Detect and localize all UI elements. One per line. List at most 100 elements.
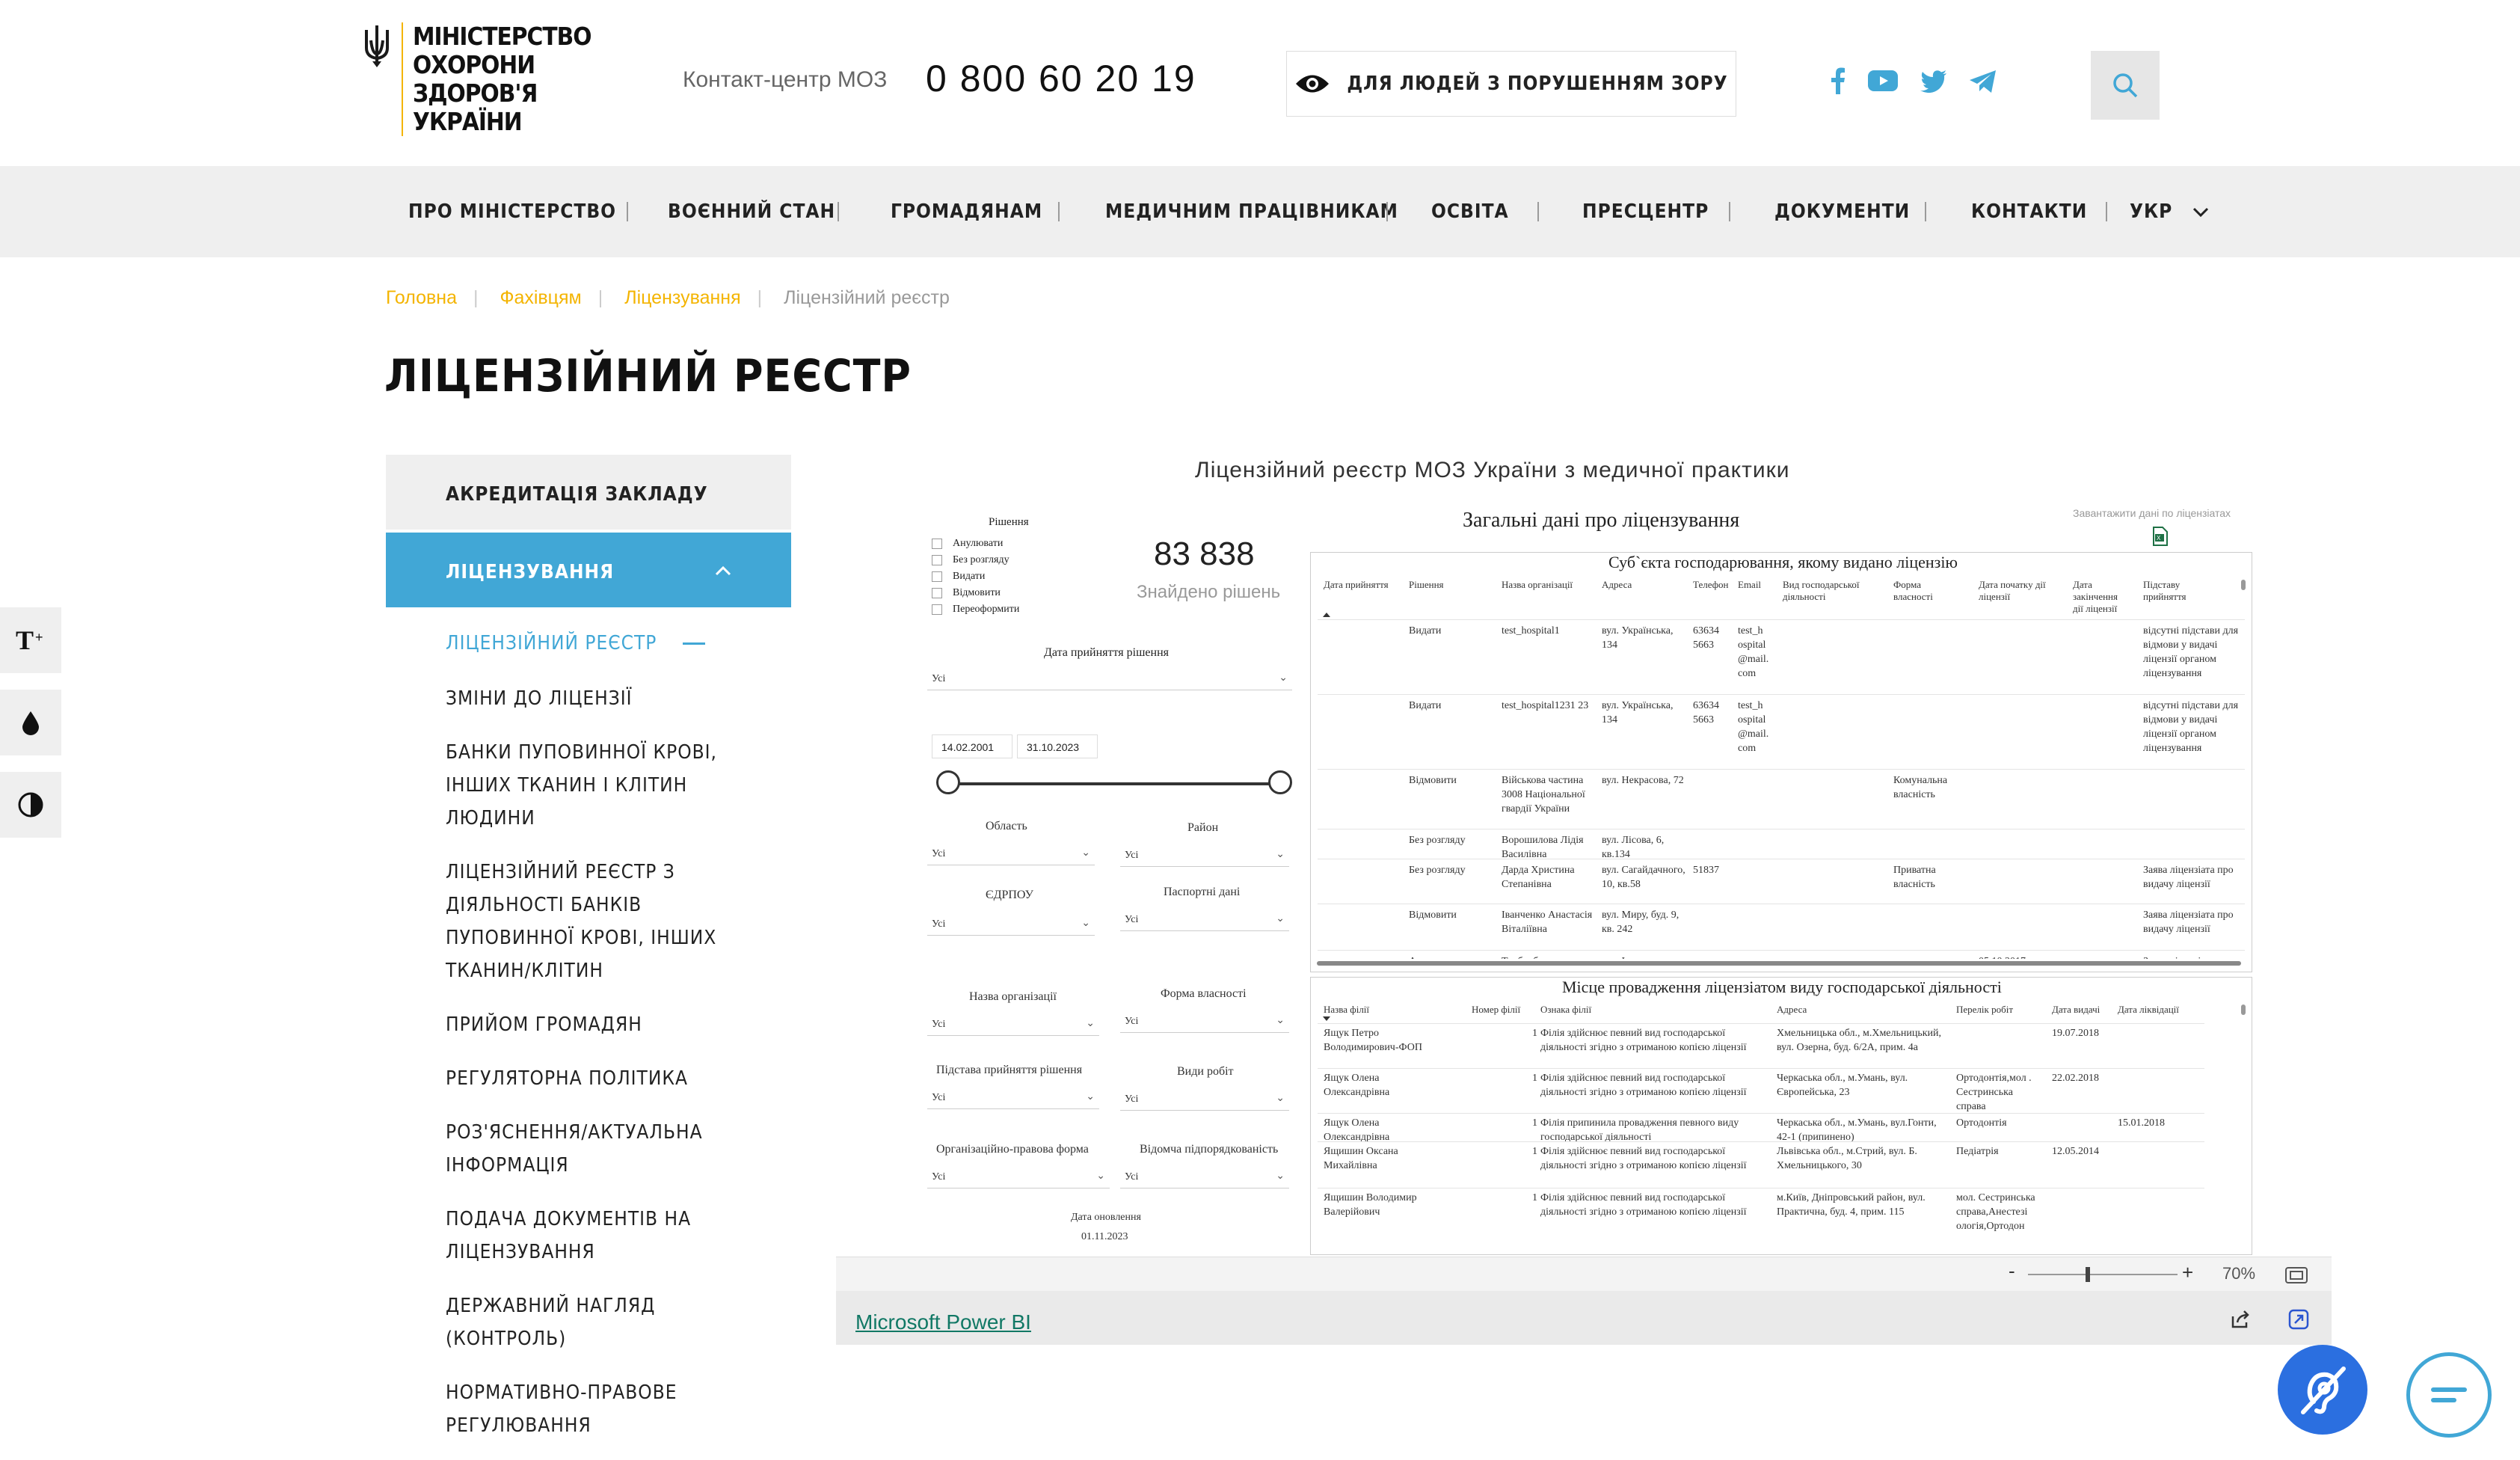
table-cell[interactable]: Без розгляду [1409, 863, 1484, 877]
share-icon[interactable] [2230, 1309, 2251, 1330]
table-cell[interactable]: test_h ospital @mail. com [1738, 624, 1775, 681]
logo-text[interactable]: МІНІСТЕРСТВО ОХОРОНИ ЗДОРОВ'Я УКРАЇНИ [413, 22, 591, 136]
table-cell[interactable]: 51837 [1693, 863, 1727, 877]
sidebar-item-accreditation[interactable]: АКРЕДИТАЦІЯ ЗАКЛАДУ [386, 455, 791, 530]
color-tool[interactable] [0, 690, 61, 755]
nav-item-education[interactable]: ОСВІТА [1431, 200, 1509, 223]
table-cell[interactable]: 63634 5663 [1693, 624, 1727, 652]
accessibility-vision-button[interactable]: ДЛЯ ЛЮДЕЙ З ПОРУШЕННЯМ ЗОРУ [1286, 51, 1736, 117]
nav-item-about[interactable]: ПРО МІНІСТЕРСТВО [408, 200, 616, 223]
telegram-icon[interactable] [1970, 70, 1997, 93]
table-cell[interactable]: вул. Миру, буд. 9, кв. 242 [1602, 908, 1690, 936]
table-cell[interactable]: 1 [1522, 1116, 1537, 1130]
search-button[interactable] [2091, 51, 2160, 120]
date-range-handle-end[interactable] [1268, 770, 1292, 794]
nav-item-martial-law[interactable]: ВОЄННИЙ СТАН [668, 200, 835, 223]
org-name-dropdown[interactable]: Усі ⌄ [927, 1017, 1099, 1036]
table-cell[interactable]: відсутні підстави для відмови у видачі л… [2143, 699, 2240, 755]
nav-item-press-center[interactable]: ПРЕСЦЕНТР [1582, 200, 1709, 223]
decision-option[interactable]: Відмовити [932, 585, 1019, 601]
sidebar-subitem-citizen-reception[interactable]: ПРИЙОМ ГРОМАДЯН [446, 1008, 745, 1041]
table-cell[interactable]: Комунальна власність [1893, 773, 1968, 802]
table-cell[interactable]: вул. Українська, 134 [1602, 699, 1690, 727]
date-mode-dropdown[interactable]: Усі ⌄ [927, 672, 1292, 690]
font-size-tool[interactable]: T + [0, 607, 61, 673]
table-cell[interactable]: мол. Сестринська справа,Анестезі ологія,… [1956, 1191, 2043, 1233]
table-cell[interactable]: Ящишин Оксана Михайлівна [1324, 1144, 1436, 1173]
table-cell[interactable]: Відмовити [1409, 773, 1484, 788]
table-cell[interactable]: 1 [1522, 1071, 1537, 1085]
table-cell[interactable]: вул. Івана [1602, 954, 1690, 959]
table-cell[interactable]: 05.10.2017 [1979, 954, 2061, 959]
ministry-logo[interactable] [362, 24, 392, 69]
table-cell[interactable]: Іванченко Анастасія Віталіївна [1502, 908, 1596, 936]
table-cell[interactable]: 1 [1522, 1191, 1537, 1205]
excel-download-icon[interactable]: X [2151, 527, 2169, 546]
table-cell[interactable]: test_hospital1 [1502, 624, 1596, 638]
nav-item-contacts[interactable]: КОНТАКТИ [1971, 200, 2087, 223]
table-cell[interactable]: test_h ospital @mail. com [1738, 699, 1775, 755]
table-cell[interactable]: 22.02.2018 [2052, 1071, 2112, 1085]
table-cell[interactable]: Педіатрія [1956, 1144, 2043, 1159]
zoom-out-button[interactable]: - [2009, 1260, 2015, 1283]
table-cell[interactable]: м.Київ, Дніпровський район, вул. Практич… [1777, 1191, 1947, 1219]
language-selector[interactable]: УКР [2130, 200, 2209, 223]
zoom-in-button[interactable]: + [2182, 1261, 2193, 1284]
table-cell[interactable]: 19.07.2018 [2052, 1026, 2112, 1040]
sidebar-subitem-cord-blood-banks[interactable]: БАНКИ ПУПОВИННОЇ КРОВІ, ІНШИХ ТКАНИН І К… [446, 736, 745, 835]
sidebar-subitem-cord-blood-register[interactable]: ЛІЦЕНЗІЙНИЙ РЕЄСТР З ДІЯЛЬНОСТІ БАНКІВ П… [446, 856, 745, 987]
basis-dropdown[interactable]: Усі ⌄ [927, 1091, 1099, 1109]
table-cell[interactable]: Торбенбанон [1502, 954, 1596, 959]
date-range-handle-start[interactable] [936, 770, 960, 794]
sidebar-subitem-document-submission[interactable]: ПОДАЧА ДОКУМЕНТІВ НА ЛІЦЕНЗУВАННЯ [446, 1203, 745, 1269]
ownership-dropdown[interactable]: Усі ⌄ [1120, 1014, 1289, 1033]
decision-option[interactable]: Анулювати [932, 536, 1019, 552]
date-from-input[interactable]: 14.02.2001 [932, 734, 1012, 758]
table-cell[interactable]: Філія припинила провадження певного виду… [1540, 1116, 1765, 1141]
table-cell[interactable]: Філія здійснює певний вид господарської … [1540, 1144, 1765, 1173]
sidebar-subitem-regulation[interactable]: НОРМАТИВНО-ПРАВОВЕ РЕГУЛЮВАННЯ [446, 1376, 745, 1442]
nav-item-documents[interactable]: ДОКУМЕНТИ [1774, 200, 1910, 223]
zoom-slider-track[interactable] [2028, 1274, 2178, 1275]
facebook-icon[interactable] [1831, 67, 1846, 94]
table-cell[interactable]: Ворошилова Лідія Василівна [1502, 833, 1596, 857]
sidebar-subitem-regulatory-policy[interactable]: РЕГУЛЯТОРНА ПОЛІТИКА [446, 1062, 745, 1095]
powerbi-link[interactable]: Microsoft Power BI [855, 1310, 1031, 1334]
sidebar-item-licensing[interactable]: ЛІЦЕНЗУВАННЯ [386, 533, 791, 607]
table-cell[interactable]: 12.05.2014 [2052, 1144, 2112, 1159]
table-cell[interactable]: Ортодонтія [1956, 1116, 2043, 1130]
place-scrollbar-thumb[interactable] [2241, 1004, 2246, 1015]
table-cell[interactable]: 63634 5663 [1693, 699, 1727, 727]
breadcrumb-specialists[interactable]: Фахівцям [500, 287, 581, 308]
table-cell[interactable]: Ящишин Володимир Валерійович [1324, 1191, 1436, 1219]
subordination-dropdown[interactable]: Усі ⌄ [1120, 1170, 1289, 1188]
breadcrumb-licensing[interactable]: Ліцензування [624, 287, 740, 308]
fit-to-page-icon[interactable] [2285, 1267, 2308, 1283]
passport-dropdown[interactable]: Усі ⌄ [1120, 912, 1289, 931]
table-cell[interactable]: вул. Українська, 134 [1602, 624, 1690, 652]
table-cell[interactable]: Заява ліцензіата про видачу ліцензії [2143, 908, 2240, 936]
contact-phone[interactable]: 0 800 60 20 19 [926, 57, 1196, 100]
works-dropdown[interactable]: Усі ⌄ [1120, 1092, 1289, 1111]
zoom-slider-thumb[interactable] [2086, 1267, 2090, 1282]
decision-option[interactable]: Видати [932, 568, 1019, 585]
table-cell[interactable]: Філія здійснює певний вид господарської … [1540, 1026, 1765, 1055]
fullscreen-icon[interactable] [2288, 1309, 2309, 1330]
table-cell[interactable]: Видати [1409, 699, 1484, 713]
table-cell[interactable]: Філія здійснює певний вид господарської … [1540, 1071, 1765, 1099]
table-scrollbar-thumb[interactable] [2241, 580, 2246, 590]
horizontal-scrollbar[interactable] [1317, 961, 2241, 966]
chat-button[interactable] [2406, 1352, 2492, 1438]
table-cell[interactable]: Приватна власність [1893, 863, 1968, 892]
decision-option[interactable]: Без розгляду [932, 552, 1019, 568]
contrast-tool[interactable] [0, 772, 61, 838]
table-cell[interactable]: Ящук Петро Володимирович-ФОП [1324, 1026, 1436, 1055]
hearing-accessibility-button[interactable] [2278, 1345, 2367, 1435]
twitter-icon[interactable] [1920, 70, 1947, 93]
table-cell[interactable]: Ящук Олена Олександрівна [1324, 1116, 1436, 1141]
table-cell[interactable]: Анулювати [1409, 954, 1484, 959]
sidebar-subitem-state-supervision[interactable]: ДЕРЖАВНИЙ НАГЛЯД (КОНТРОЛЬ) [446, 1289, 745, 1355]
sidebar-subitem-license-register[interactable]: ЛІЦЕНЗІЙНИЙ РЕЄСТР [446, 627, 745, 660]
table-cell[interactable]: Черкаська обл., м.Умань, вул. Європейськ… [1777, 1071, 1947, 1099]
breadcrumb-home[interactable]: Головна [386, 287, 457, 308]
